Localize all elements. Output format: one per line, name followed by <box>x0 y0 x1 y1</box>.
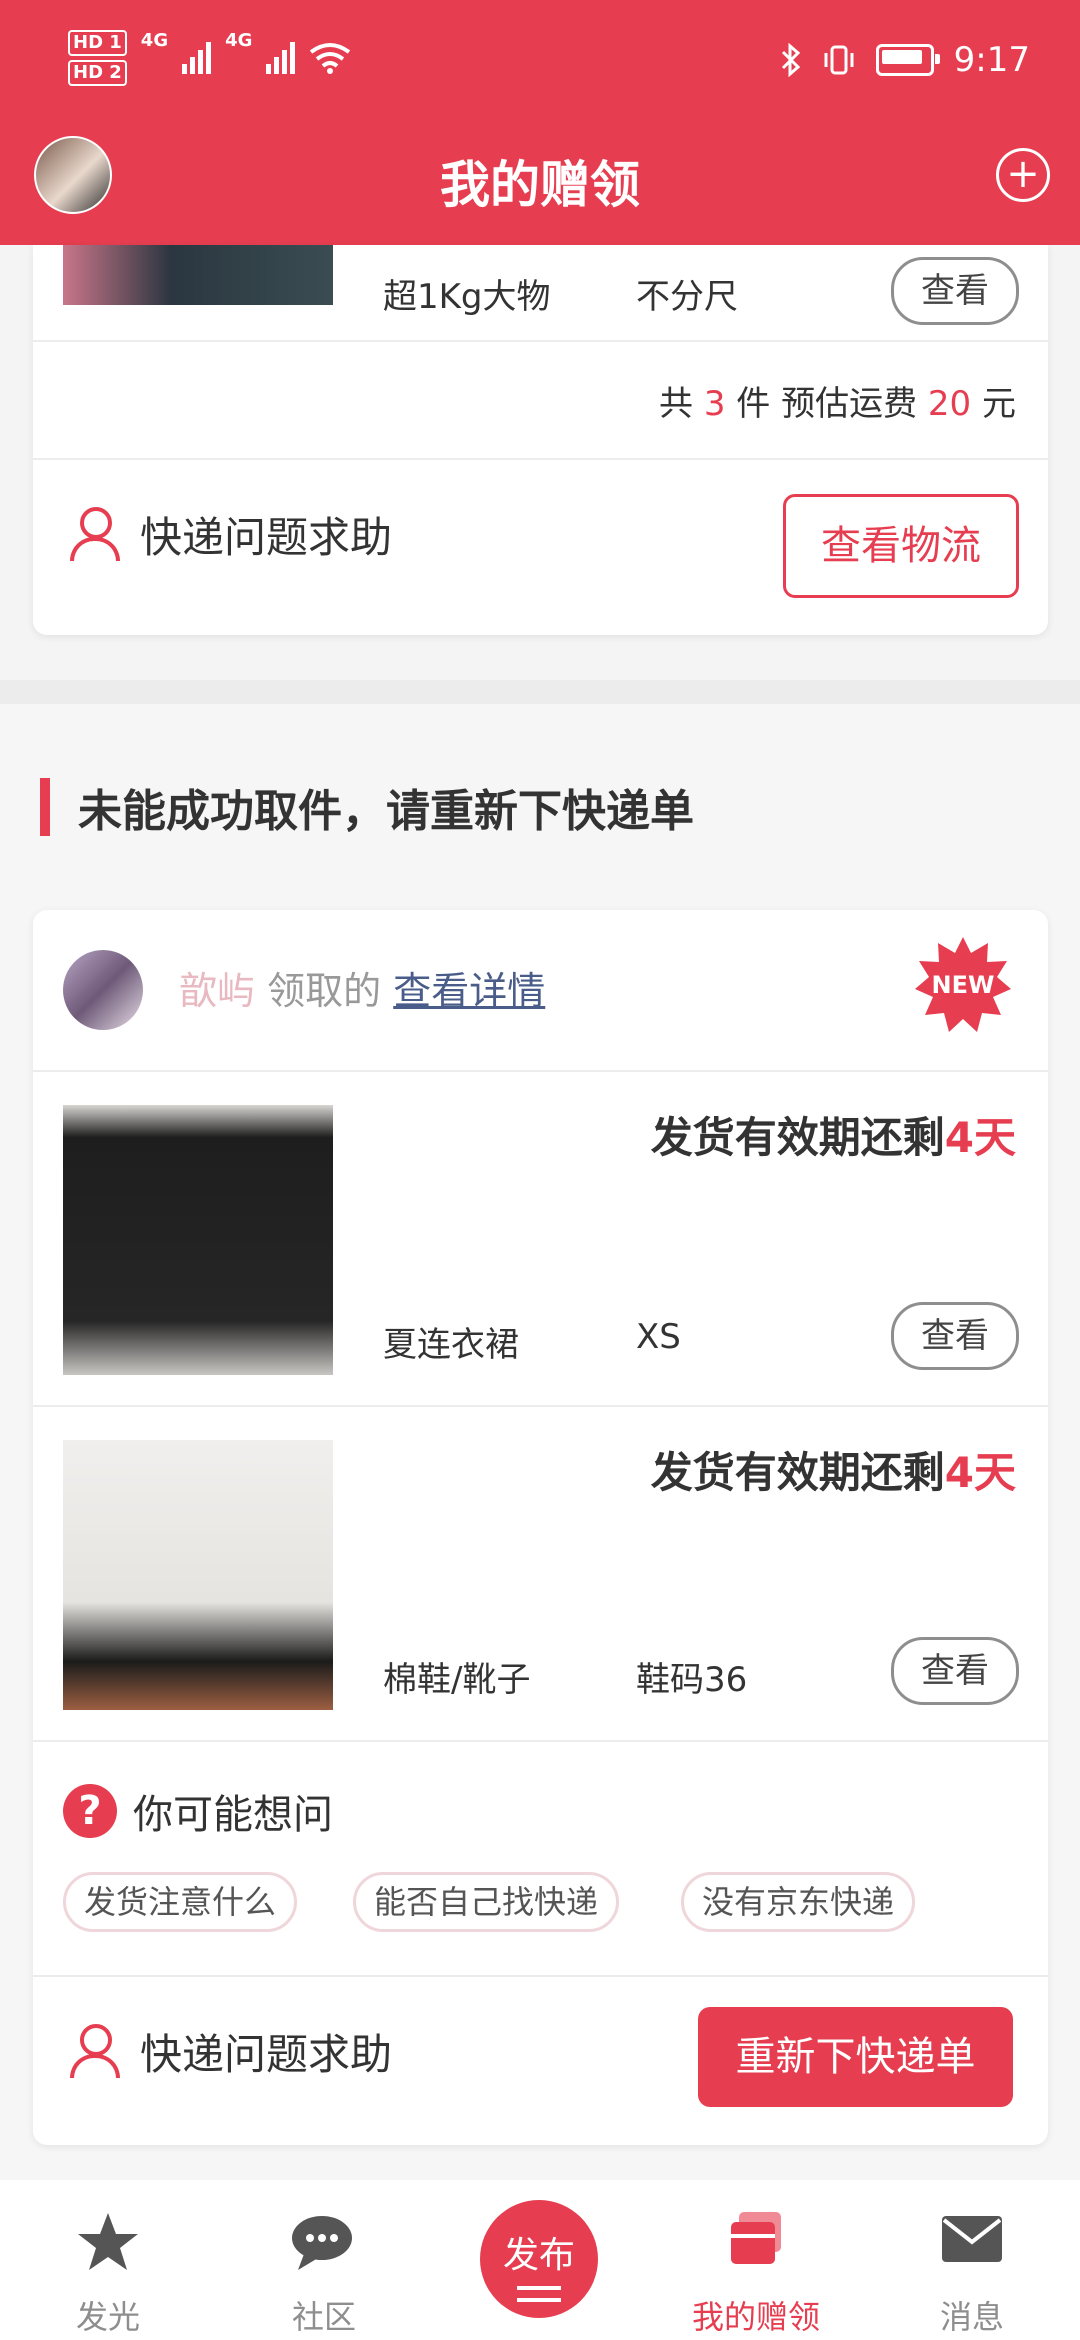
wifi-icon <box>310 43 351 74</box>
network-type-1: 4G <box>140 30 169 51</box>
tab-my-gifts[interactable]: 我的赠领 <box>686 2180 826 2340</box>
reorder-delivery-button[interactable]: 重新下快递单 <box>698 2007 1013 2107</box>
section-divider <box>0 680 1080 704</box>
shipping-fee: 20 <box>927 384 972 424</box>
status-bar: HD 1 HD 2 4G 4G 9:17 <box>0 30 1080 90</box>
giver-name: 歆屿 <box>179 969 256 1013</box>
view-item-button[interactable]: 查看 <box>891 257 1019 325</box>
publish-icon: 发布 <box>480 2200 598 2318</box>
receive-text: 领取的 <box>267 969 382 1013</box>
view-logistics-button[interactable]: 查看物流 <box>783 494 1019 598</box>
item-thumbnail[interactable] <box>63 1105 333 1375</box>
new-badge: NEW <box>913 935 1013 1035</box>
mail-icon <box>942 2216 1002 2262</box>
question-icon: ? <box>63 1784 117 1838</box>
faq-tag[interactable]: 能否自己找快递 <box>353 1872 620 1932</box>
signal-icon <box>266 42 296 74</box>
order-card-1: 超1Kg大物 不分尺 查看 共 3 件 预估运费 20 元 快递问题求助 查看物… <box>33 245 1048 635</box>
tab-glow[interactable]: 发光 <box>38 2180 178 2340</box>
help-row: 快递问题求助 重新下快递单 <box>33 1975 1048 2145</box>
item-size: XS <box>636 1317 681 1357</box>
person-icon <box>68 2023 120 2080</box>
vibrate-icon <box>824 45 854 75</box>
help-row: 快递问题求助 查看物流 <box>33 458 1048 635</box>
item-category: 超1Kg大物 <box>383 277 551 317</box>
section-accent-bar <box>40 778 50 836</box>
summary-row: 共 3 件 预估运费 20 元 <box>33 340 1048 460</box>
menu-lines-icon <box>517 2286 561 2302</box>
gift-box-icon <box>731 2212 781 2264</box>
shipping-deadline: 发货有效期还剩4天 <box>650 1448 1016 1497</box>
delivery-help-link[interactable]: 快递问题求助 <box>68 504 392 565</box>
faq-tag[interactable]: 没有京东快递 <box>681 1872 916 1932</box>
tab-community[interactable]: 社区 <box>254 2180 394 2340</box>
user-row: 歆屿 领取的 查看详情 NEW <box>33 910 1048 1070</box>
bluetooth-icon <box>781 43 800 77</box>
faq-tag[interactable]: 发货注意什么 <box>63 1872 298 1932</box>
hd1-indicator: HD 1 <box>68 30 127 56</box>
item-size: 不分尺 <box>636 277 738 317</box>
order-summary: 共 3 件 预估运费 20 元 <box>659 384 1016 424</box>
chat-icon <box>292 2216 352 2270</box>
giver-avatar[interactable] <box>63 950 143 1030</box>
view-item-button[interactable]: 查看 <box>891 1637 1019 1705</box>
item-category: 夏连衣裙 <box>383 1325 519 1365</box>
item-count: 3 <box>703 384 726 424</box>
faq-row: ? 你可能想问 发货注意什么 能否自己找快递 没有京东快递 <box>33 1740 1048 1977</box>
clock: 9:17 <box>953 40 1030 80</box>
signal-icon <box>182 42 212 74</box>
plus-icon: + <box>1006 151 1040 197</box>
faq-title: ? 你可能想问 <box>63 1782 333 1840</box>
person-icon <box>68 506 120 563</box>
tab-publish[interactable]: 发布 <box>470 2180 610 2340</box>
page-title: 我的赠领 <box>440 156 640 214</box>
app-header: HD 1 HD 2 4G 4G 9:17 我的赠领 + <box>0 0 1080 245</box>
view-item-button[interactable]: 查看 <box>891 1302 1019 1370</box>
view-details-link[interactable]: 查看详情 <box>393 969 545 1013</box>
item-thumbnail[interactable] <box>63 1440 333 1710</box>
item-size: 鞋码36 <box>636 1660 748 1700</box>
item-row: 发货有效期还剩4天 夏连衣裙 XS 查看 <box>33 1070 1048 1407</box>
hd2-indicator: HD 2 <box>68 60 127 86</box>
item-category: 棉鞋/靴子 <box>383 1660 531 1700</box>
section-title: 未能成功取件，请重新下快递单 <box>40 775 694 839</box>
delivery-help-link[interactable]: 快递问题求助 <box>68 2021 392 2082</box>
shipping-deadline: 发货有效期还剩4天 <box>650 1113 1016 1162</box>
star-icon <box>78 2213 138 2270</box>
add-button[interactable]: + <box>996 148 1050 202</box>
item-thumbnail[interactable] <box>63 245 333 305</box>
tab-messages[interactable]: 消息 <box>902 2180 1042 2340</box>
network-type-2: 4G <box>225 30 253 51</box>
battery-icon <box>875 44 940 76</box>
item-row: 发货有效期还剩4天 棉鞋/靴子 鞋码36 查看 <box>33 1405 1048 1742</box>
order-card-2: 歆屿 领取的 查看详情 NEW 发货有效期还剩4天 夏连衣裙 XS 查看 发货有… <box>33 910 1048 2145</box>
bottom-tab-bar: 发光 社区 发布 我的赠领 消息 <box>0 2180 1080 2340</box>
